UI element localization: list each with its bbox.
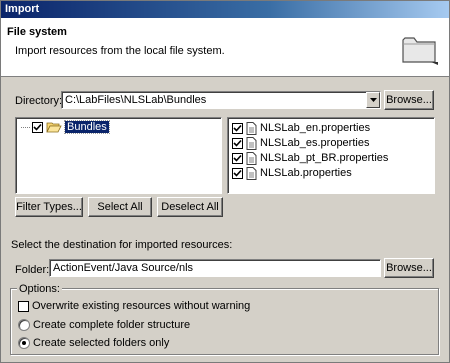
folder-input[interactable]: ActionEvent/Java Source/nls — [49, 259, 381, 277]
checkmark-icon — [233, 139, 242, 147]
destination-prompt: Select the destination for imported reso… — [11, 239, 233, 251]
tree-item[interactable]: Bundles — [21, 120, 110, 134]
tree-connector — [21, 126, 30, 128]
open-folder-icon — [46, 122, 62, 133]
file-checkbox[interactable] — [232, 122, 243, 134]
list-item[interactable]: NLSLab.properties — [232, 166, 352, 180]
directory-browse-button[interactable]: Browse... — [384, 90, 434, 110]
chevron-down-icon — [369, 98, 377, 102]
overwrite-label: Overwrite existing resources without war… — [32, 300, 251, 312]
create-selected-label: Create selected folders only — [33, 337, 170, 349]
list-item[interactable]: NLSLab_en.properties — [232, 121, 370, 135]
folder-label: Folder: — [15, 264, 50, 276]
file-name: NLSLab_es.properties — [260, 137, 370, 149]
directory-combo[interactable]: C:\LabFiles\NLSLab\Bundles — [61, 91, 381, 109]
file-icon — [246, 151, 257, 165]
file-checkbox[interactable] — [232, 152, 243, 164]
filter-types-button[interactable]: Filter Types... — [15, 197, 83, 217]
select-all-button[interactable]: Select All — [88, 197, 152, 217]
checkmark-icon — [233, 154, 242, 162]
directory-value: C:\LabFiles\NLSLab\Bundles — [65, 94, 207, 106]
file-icon — [246, 121, 257, 135]
options-group: Options: Overwrite existing resources wi… — [10, 283, 439, 355]
create-complete-label: Create complete folder structure — [33, 319, 191, 331]
list-item[interactable]: NLSLab_pt_BR.properties — [232, 151, 388, 165]
window-title: Import — [5, 3, 40, 15]
deselect-all-button[interactable]: Deselect All — [157, 197, 223, 217]
file-icon — [246, 136, 257, 150]
directory-dropdown-button[interactable] — [366, 92, 380, 108]
file-icon — [246, 166, 257, 180]
file-name: NLSLab_en.properties — [260, 122, 371, 134]
title-bar: Import — [1, 1, 449, 18]
banner-title: File system — [7, 26, 67, 38]
checkmark-icon — [233, 169, 242, 177]
tree-item-checkbox[interactable] — [32, 121, 43, 133]
wizard-banner: File system Import resources from the lo… — [1, 18, 449, 77]
overwrite-checkbox[interactable] — [18, 300, 29, 312]
checkmark-icon — [233, 124, 242, 132]
checkmark-icon — [33, 123, 42, 131]
import-dialog: Import File system Import resources from… — [0, 0, 450, 363]
folder-browse-button[interactable]: Browse... — [384, 258, 434, 278]
create-selected-option[interactable]: Create selected folders only — [18, 336, 169, 350]
file-name: NLSLab.properties — [260, 167, 352, 179]
folder-tree[interactable]: Bundles — [15, 117, 222, 194]
create-complete-radio[interactable] — [18, 319, 30, 331]
folder-icon — [402, 37, 438, 65]
folder-value: ActionEvent/Java Source/nls — [53, 262, 194, 274]
file-checkbox[interactable] — [232, 137, 243, 149]
list-item[interactable]: NLSLab_es.properties — [232, 136, 369, 150]
file-list[interactable]: NLSLab_en.properties NLSLab_es.propertie… — [227, 117, 435, 194]
options-title: Options: — [17, 283, 62, 295]
banner-description: Import resources from the local file sys… — [15, 45, 225, 57]
overwrite-option[interactable]: Overwrite existing resources without war… — [18, 299, 250, 313]
file-name: NLSLab_pt_BR.properties — [260, 152, 389, 164]
directory-label: Directory: — [15, 95, 63, 107]
create-selected-radio[interactable] — [18, 337, 30, 349]
tree-item-label: Bundles — [64, 120, 110, 134]
file-checkbox[interactable] — [232, 167, 243, 179]
create-complete-option[interactable]: Create complete folder structure — [18, 318, 190, 332]
